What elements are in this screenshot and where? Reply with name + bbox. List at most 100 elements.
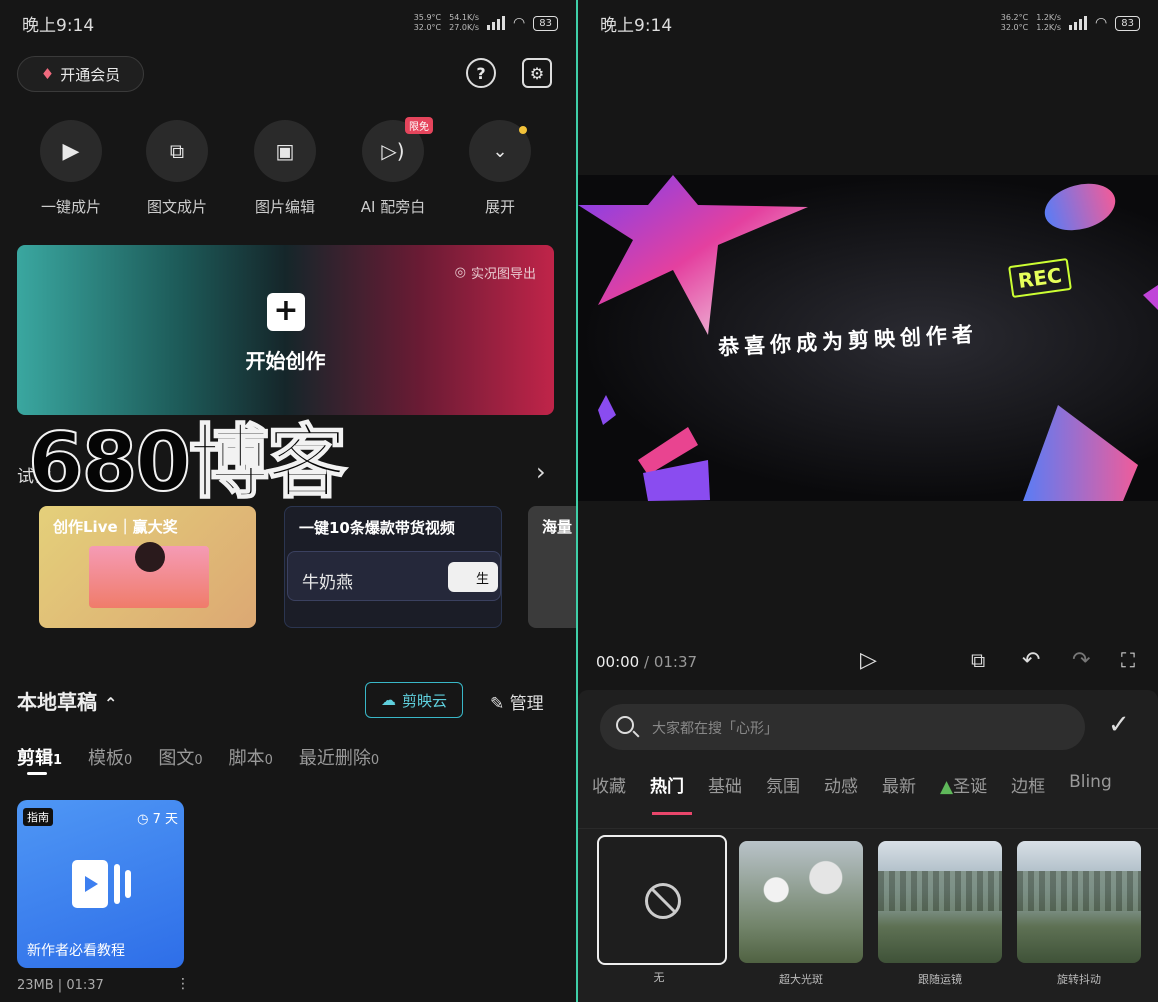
tool-label: 图文成片 (146, 198, 207, 216)
tab-edit[interactable]: 剪辑1 (17, 744, 62, 770)
undo-icon[interactable]: ↶ (1022, 648, 1040, 673)
settings-icon[interactable]: ⚙ (522, 58, 552, 88)
effect-rotate-shake[interactable]: 旋转抖动 (1017, 841, 1141, 987)
effect-label: 无 (653, 971, 665, 984)
status-time: 晚上9:14 (600, 15, 673, 36)
search-icon (616, 716, 634, 734)
tool-image-edit[interactable]: ▣ 图片编辑 (240, 120, 330, 217)
tree-icon: ▲ (940, 777, 954, 797)
promo-card-more[interactable]: 海量 (528, 506, 576, 628)
play-icon[interactable]: ▷ (860, 648, 877, 673)
help-icon[interactable]: ? (466, 58, 496, 88)
tab-label: 最近删除 (298, 748, 371, 769)
card-input-text: 牛奶燕 (302, 573, 353, 593)
temp-top: 35.9°C (413, 13, 442, 22)
tab-template[interactable]: 模板0 (88, 744, 132, 770)
battery-icon: 83 (1115, 15, 1140, 31)
cat-dynamic[interactable]: 动感 (824, 772, 858, 797)
video-tutorial-icon (72, 860, 131, 908)
speed-top: 54.1K/s (449, 13, 480, 22)
expiry-days: ◷ 7 天 (137, 808, 178, 827)
promo-person (135, 542, 165, 572)
vip-button[interactable]: ♦ 开通会员 (17, 56, 144, 92)
effects-panel: 大家都在搜「心形」 ✓ 收藏 热门 基础 氛围 动感 最新 ▲圣诞 边框 Bli… (578, 690, 1158, 1002)
card-title: 海量 (542, 518, 573, 536)
search-placeholder: 大家都在搜「心形」 (652, 721, 778, 737)
effects-grid: 无 超大光斑 跟随运镜 旋转抖动 (578, 828, 1158, 1002)
ban-icon (645, 883, 681, 919)
signal-icon (1069, 16, 1088, 30)
cloud-button[interactable]: ☁ 剪映云 (365, 682, 463, 718)
home-screen: 晚上9:14 35.9°C 32.0°C 54.1K/s 27.0K/s ◠ 83 … (0, 0, 576, 1002)
effect-none[interactable]: 无 (597, 835, 727, 985)
cat-newest[interactable]: 最新 (882, 772, 916, 797)
tab-image-text[interactable]: 图文0 (158, 744, 202, 770)
effect-follow-camera[interactable]: 跟随运镜 (878, 841, 1002, 987)
tool-ai-voiceover[interactable]: ▷) AI 配旁白 (348, 120, 438, 217)
tab-label: 剪辑 (17, 748, 53, 769)
live-export-label: 实况图导出 (470, 267, 536, 282)
watermark: 680博客 (27, 415, 348, 510)
tab-count: 1 (53, 753, 63, 768)
cat-favorites[interactable]: 收藏 (592, 772, 626, 797)
effect-label: 跟随运镜 (918, 973, 962, 986)
tab-label: 图文 (158, 748, 195, 769)
category-underline (652, 812, 692, 815)
tool-label: 一键成片 (40, 198, 101, 216)
live-photo-export[interactable]: ◎ 实况图导出 (455, 263, 536, 282)
tab-script[interactable]: 脚本0 (229, 744, 273, 770)
plus-icon: + (267, 293, 305, 331)
status-bar: 晚上9:14 35.9°C 32.0°C 54.1K/s 27.0K/s ◠ 83 (22, 10, 558, 36)
redo-icon[interactable]: ↷ (1072, 648, 1090, 673)
tool-text-to-video[interactable]: ⧉ 图文成片 (132, 120, 222, 217)
diamond-icon: ♦ (40, 65, 55, 83)
drafts-title-text: 本地草稿 (17, 690, 97, 714)
promo-card-batch-video[interactable]: 一键10条爆款带货视频 牛奶燕 生 (284, 506, 502, 628)
cat-christmas[interactable]: ▲圣诞 (940, 772, 987, 797)
video-preview[interactable]: REC 恭喜你成为剪映创作者 (578, 175, 1158, 501)
tab-label: 模板 (88, 748, 125, 769)
temp-bottom: 32.0°C (1000, 23, 1029, 32)
speed-top: 1.2K/s (1036, 13, 1062, 22)
manage-button[interactable]: ✎ 管理 (490, 689, 544, 714)
start-create-banner[interactable]: ◎ 实况图导出 + 开始创作 (17, 245, 554, 415)
chevron-right-icon[interactable]: › (536, 458, 546, 486)
drafts-title[interactable]: 本地草稿 ⌃ (17, 686, 117, 715)
cat-atmosphere[interactable]: 氛围 (766, 772, 800, 797)
speed-bottom: 1.2K/s (1036, 23, 1062, 32)
tool-auto-video[interactable]: ▶ 一键成片 (26, 120, 116, 217)
promo-card-live[interactable]: 创作Live｜赢大奖 (39, 506, 256, 628)
draft-thumbnail[interactable]: 指南 ◷ 7 天 新作者必看教程 (17, 800, 184, 968)
free-badge: 限免 (405, 117, 433, 134)
wifi-icon: ◠ (513, 15, 526, 31)
check-icon[interactable]: ✓ (1108, 710, 1130, 740)
cloud-icon: ☁ (380, 691, 396, 709)
card-generate-button: 生 (448, 562, 498, 592)
chevron-down-icon: ⌄ (492, 140, 508, 162)
cat-bling[interactable]: Bling (1069, 772, 1112, 797)
image-edit-icon: ▣ (275, 139, 295, 163)
fullscreen-icon[interactable]: ⛶ (1121, 648, 1135, 672)
cat-border[interactable]: 边框 (1011, 772, 1045, 797)
tab-recently-deleted[interactable]: 最近删除0 (299, 744, 379, 770)
cat-hot[interactable]: 热门 (650, 772, 684, 797)
card-title: 创作Live｜赢大奖 (53, 518, 178, 536)
wifi-icon: ◠ (1095, 15, 1108, 31)
cat-basic[interactable]: 基础 (708, 772, 742, 797)
draft-caption: 新作者必看教程 (27, 943, 125, 959)
more-options-icon[interactable]: ⋮ (176, 976, 190, 992)
tool-label: AI 配旁白 (360, 198, 426, 216)
manage-label: 管理 (509, 694, 544, 714)
status-bar: 晚上9:14 36.2°C 32.0°C 1.2K/s 1.2K/s ◠ 83 (600, 10, 1140, 36)
vip-label: 开通会员 (60, 65, 121, 84)
draft-meta: 23MB | 01:37 (17, 978, 104, 993)
tool-label: 图片编辑 (254, 198, 315, 216)
tool-expand[interactable]: ⌄ 展开 (455, 120, 545, 217)
keyframe-icon[interactable]: ⧉ (971, 648, 985, 672)
effects-search-input[interactable]: 大家都在搜「心形」 (600, 704, 1085, 750)
total-time: 01:37 (653, 653, 698, 671)
card-title: 一键10条爆款带货视频 (299, 519, 455, 537)
auto-video-icon: ▶ (62, 138, 80, 164)
draft-tabs: 剪辑1 模板0 图文0 脚本0 最近删除0 (17, 744, 379, 770)
effect-big-bokeh[interactable]: 超大光斑 (739, 841, 863, 987)
